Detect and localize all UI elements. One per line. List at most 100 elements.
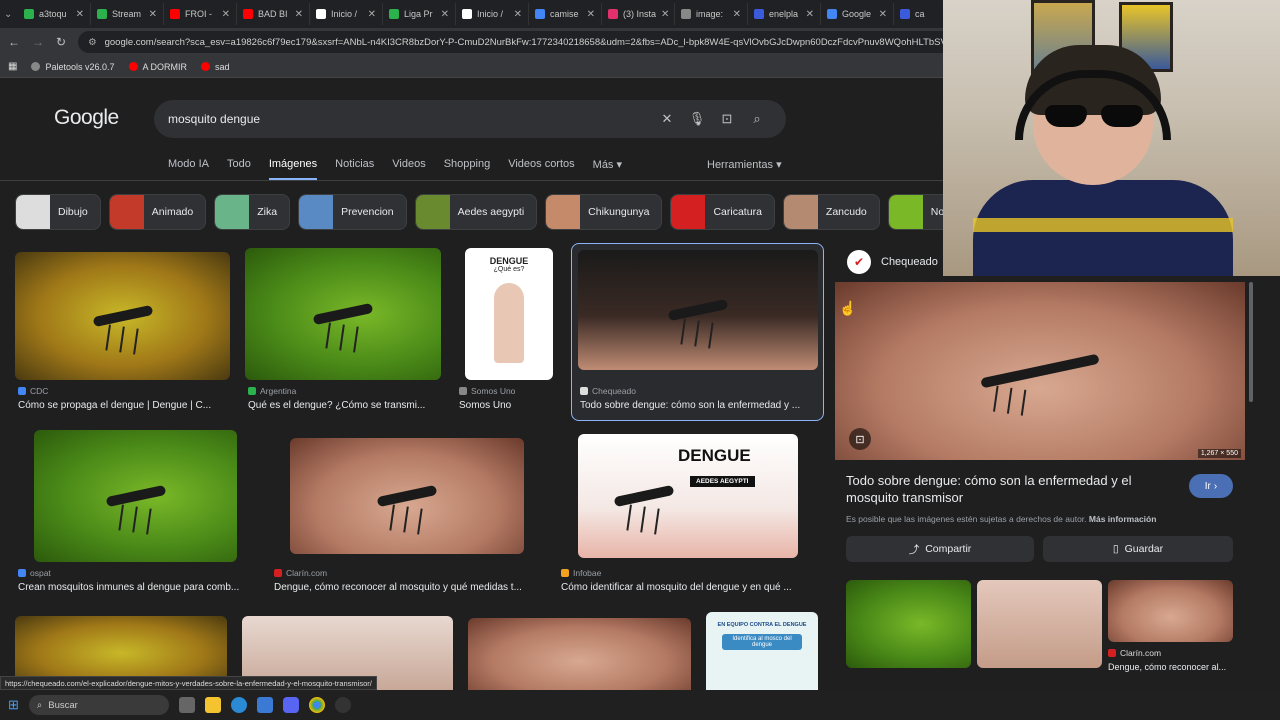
file-explorer-icon[interactable] <box>204 697 221 713</box>
result-caption[interactable]: Cómo identificar al mosquito del dengue … <box>561 582 811 593</box>
clear-icon[interactable]: ✕ <box>652 111 682 127</box>
browser-tab[interactable]: image: ✕ <box>675 3 748 25</box>
result-image-5[interactable] <box>34 430 237 562</box>
result-caption[interactable]: Crean mosquitos inmunes al dengue para c… <box>18 582 253 593</box>
browser-tab[interactable]: BAD BI ✕ <box>237 3 310 25</box>
tab-close-icon[interactable]: ✕ <box>879 9 887 20</box>
lens-search-icon[interactable]: ⊡ <box>849 428 871 450</box>
more-info-link[interactable]: Más información <box>1089 514 1157 524</box>
edge-icon[interactable] <box>230 697 247 713</box>
save-button[interactable]: ▯ Guardar <box>1043 536 1233 562</box>
tab-close-icon[interactable]: ✕ <box>806 9 814 20</box>
panel-source[interactable]: ✔ Chequeado <box>847 250 938 274</box>
tab-close-icon[interactable]: ✕ <box>76 9 84 20</box>
share-button[interactable]: ⤴ Compartir <box>846 536 1034 562</box>
browser-tab[interactable]: camise ✕ <box>529 3 602 25</box>
search-input[interactable]: mosquito dengue <box>168 112 652 126</box>
bookmark-item[interactable]: sad <box>201 62 230 72</box>
browser-tab[interactable]: (3) Insta ✕ <box>602 3 675 25</box>
result-caption[interactable]: Todo sobre dengue: cómo son la enfermeda… <box>580 400 818 411</box>
related-chip[interactable]: Aedes aegypti <box>414 194 538 230</box>
site-info-icon[interactable]: ⚙ <box>88 37 97 48</box>
panel-scrollbar[interactable] <box>1249 282 1253 402</box>
related-image-3[interactable] <box>1108 580 1233 642</box>
lens-icon[interactable]: ⊡ <box>712 111 742 127</box>
browser-tab[interactable]: Stream ✕ <box>91 3 164 25</box>
tab-close-icon[interactable]: ✕ <box>368 9 376 20</box>
related-chip[interactable]: Dibujo <box>15 194 101 230</box>
result-source-label: ospat <box>30 568 51 578</box>
source-favicon-icon <box>580 387 588 395</box>
result-image-3[interactable]: DENGUE ¿Qué es? <box>465 248 553 380</box>
result-image-4[interactable] <box>578 250 818 370</box>
microphone-icon[interactable]: 🎙 <box>682 111 712 127</box>
search-box[interactable]: mosquito dengue ✕ 🎙 ⊡ ⌕ <box>154 100 786 138</box>
related-chip[interactable]: Zika <box>214 194 291 230</box>
related-chip[interactable]: Caricatura <box>670 194 775 230</box>
tab-close-icon[interactable]: ✕ <box>149 9 157 20</box>
tab-close-icon[interactable]: ✕ <box>661 9 669 20</box>
browser-tab[interactable]: FROI - ✕ <box>164 3 237 25</box>
tab-close-icon[interactable]: ✕ <box>295 9 303 20</box>
preview-image[interactable]: ⊡ 1,267 × 550 <box>835 282 1245 460</box>
apps-icon[interactable]: ▦ <box>8 61 17 72</box>
taskbar-search[interactable]: ⌕ Buscar <box>28 695 169 715</box>
browser-tab[interactable]: a3toqu ✕ <box>18 3 91 25</box>
related-chip[interactable]: Zancudo <box>782 194 880 230</box>
tab-search-icon[interactable]: ⌄ <box>4 9 18 20</box>
result-caption[interactable]: Qué es el dengue? ¿Cómo se transmi... <box>248 400 443 411</box>
result-image-1[interactable] <box>15 252 230 380</box>
result-caption[interactable]: Dengue, cómo reconocer al mosquito y qué… <box>274 582 539 593</box>
task-view-icon[interactable] <box>178 697 195 713</box>
tab-close-icon[interactable]: ✕ <box>733 9 741 20</box>
filter-tab[interactable]: Modo IA <box>168 158 209 181</box>
browser-tab[interactable]: Google ✕ <box>821 3 894 25</box>
tab-close-icon[interactable]: ✕ <box>587 9 595 20</box>
chrome-icon[interactable] <box>308 697 325 713</box>
result-image-2[interactable] <box>245 248 441 380</box>
google-logo[interactable]: Google <box>54 106 119 130</box>
result-image-10[interactable] <box>468 618 691 690</box>
filter-tab[interactable]: Videos <box>392 158 425 181</box>
browser-tab[interactable]: Inicio / ✕ <box>310 3 383 25</box>
related-caption[interactable]: Dengue, cómo reconocer al... <box>1108 662 1238 672</box>
tab-close-icon[interactable]: ✕ <box>441 9 449 20</box>
webcam-overlay <box>943 0 1280 276</box>
filter-tab[interactable]: Imágenes <box>268 158 318 181</box>
discord-icon[interactable] <box>282 697 299 713</box>
related-chip[interactable]: Prevencion <box>298 194 407 230</box>
result-caption[interactable]: Somos Uno <box>459 400 554 411</box>
panel-title[interactable]: Todo sobre dengue: cómo son la enfermeda… <box>846 472 1166 506</box>
result-image-7[interactable]: DENGUE AEDES AEGYPTI <box>578 434 798 558</box>
forward-icon[interactable]: → <box>32 35 44 49</box>
back-icon[interactable]: ← <box>8 35 20 49</box>
search-icon[interactable]: ⌕ <box>742 111 772 127</box>
tab-label: enelpla <box>769 9 799 19</box>
bookmark-item[interactable]: Paletools v26.0.7 <box>31 62 115 72</box>
filter-tab[interactable]: Todo <box>227 158 251 181</box>
filter-tab[interactable]: Más ▾ <box>593 158 622 181</box>
browser-tab[interactable]: Liga Pr ✕ <box>383 3 456 25</box>
windows-start-icon[interactable]: ⊞ <box>8 697 19 713</box>
result-caption[interactable]: Cómo se propaga el dengue | Dengue | C..… <box>18 400 230 411</box>
related-image-2[interactable] <box>977 580 1102 668</box>
filter-tab[interactable]: Videos cortos <box>508 158 574 181</box>
filter-tab[interactable]: Shopping <box>444 158 491 181</box>
related-image-1[interactable] <box>846 580 971 668</box>
result-image-11[interactable]: EN EQUIPO CONTRA EL DENGUE Identifica al… <box>706 612 818 690</box>
bookmark-item[interactable]: A DORMIR <box>128 62 187 72</box>
browser-tab[interactable]: Inicio / ✕ <box>456 3 529 25</box>
related-chip[interactable]: Chikungunya <box>545 194 663 230</box>
tools-button[interactable]: Herramientas ▾ <box>707 158 782 171</box>
related-chip[interactable]: Animado <box>108 194 207 230</box>
tab-close-icon[interactable]: ✕ <box>514 9 522 20</box>
reload-icon[interactable]: ↻ <box>56 35 66 49</box>
result-image-6[interactable] <box>290 438 524 554</box>
go-button[interactable]: Ir › <box>1189 474 1233 498</box>
filter-tab[interactable]: Noticias <box>335 158 374 181</box>
browser-tab[interactable]: enelpla ✕ <box>748 3 821 25</box>
obs-icon[interactable] <box>334 697 351 713</box>
tab-close-icon[interactable]: ✕ <box>222 9 230 20</box>
store-icon[interactable] <box>256 697 273 713</box>
chequeado-logo-icon: ✔ <box>847 250 871 274</box>
